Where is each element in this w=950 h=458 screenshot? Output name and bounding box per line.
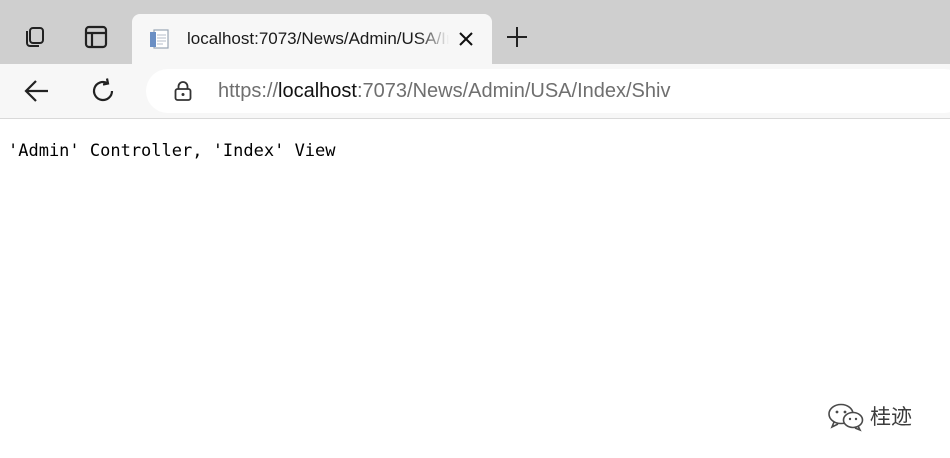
lock-icon[interactable] xyxy=(172,80,194,102)
tab-strip: localhost:7073/News/Admin/USA/Index/Shiv xyxy=(0,0,950,64)
tab-active[interactable]: localhost:7073/News/Admin/USA/Index/Shiv xyxy=(132,14,492,64)
refresh-icon xyxy=(92,78,114,102)
plus-icon xyxy=(507,27,527,47)
address-bar[interactable]: https://localhost:7073/News/Admin/USA/In… xyxy=(146,69,950,113)
new-tab-button[interactable] xyxy=(500,20,534,54)
url-path: :7073/News/Admin/USA/Index/Shiv xyxy=(356,80,671,102)
page-body-text: 'Admin' Controller, 'Index' View xyxy=(8,141,336,161)
toolbar: https://localhost:7073/News/Admin/USA/In… xyxy=(0,64,950,119)
watermark-text: 桂迹 xyxy=(870,405,912,429)
back-button[interactable] xyxy=(20,74,54,108)
collections-icon xyxy=(26,27,44,47)
url-host: localhost xyxy=(278,80,357,102)
watermark: 桂迹 xyxy=(826,401,912,433)
url-scheme: https:// xyxy=(218,80,279,102)
back-arrow-icon xyxy=(24,80,48,102)
tab-actions-icon xyxy=(84,25,108,49)
wechat-icon xyxy=(828,403,864,432)
close-icon xyxy=(459,32,473,46)
tab-close-button[interactable] xyxy=(454,27,478,51)
url-text[interactable]: https://localhost:7073/News/Admin/USA/In… xyxy=(218,69,670,113)
refresh-button[interactable] xyxy=(86,74,120,108)
document-icon xyxy=(150,29,169,49)
tab-actions-button[interactable] xyxy=(79,20,113,54)
collections-button[interactable] xyxy=(17,20,51,54)
tab-title: localhost:7073/News/Admin/USA/Index/Shiv xyxy=(187,29,449,48)
